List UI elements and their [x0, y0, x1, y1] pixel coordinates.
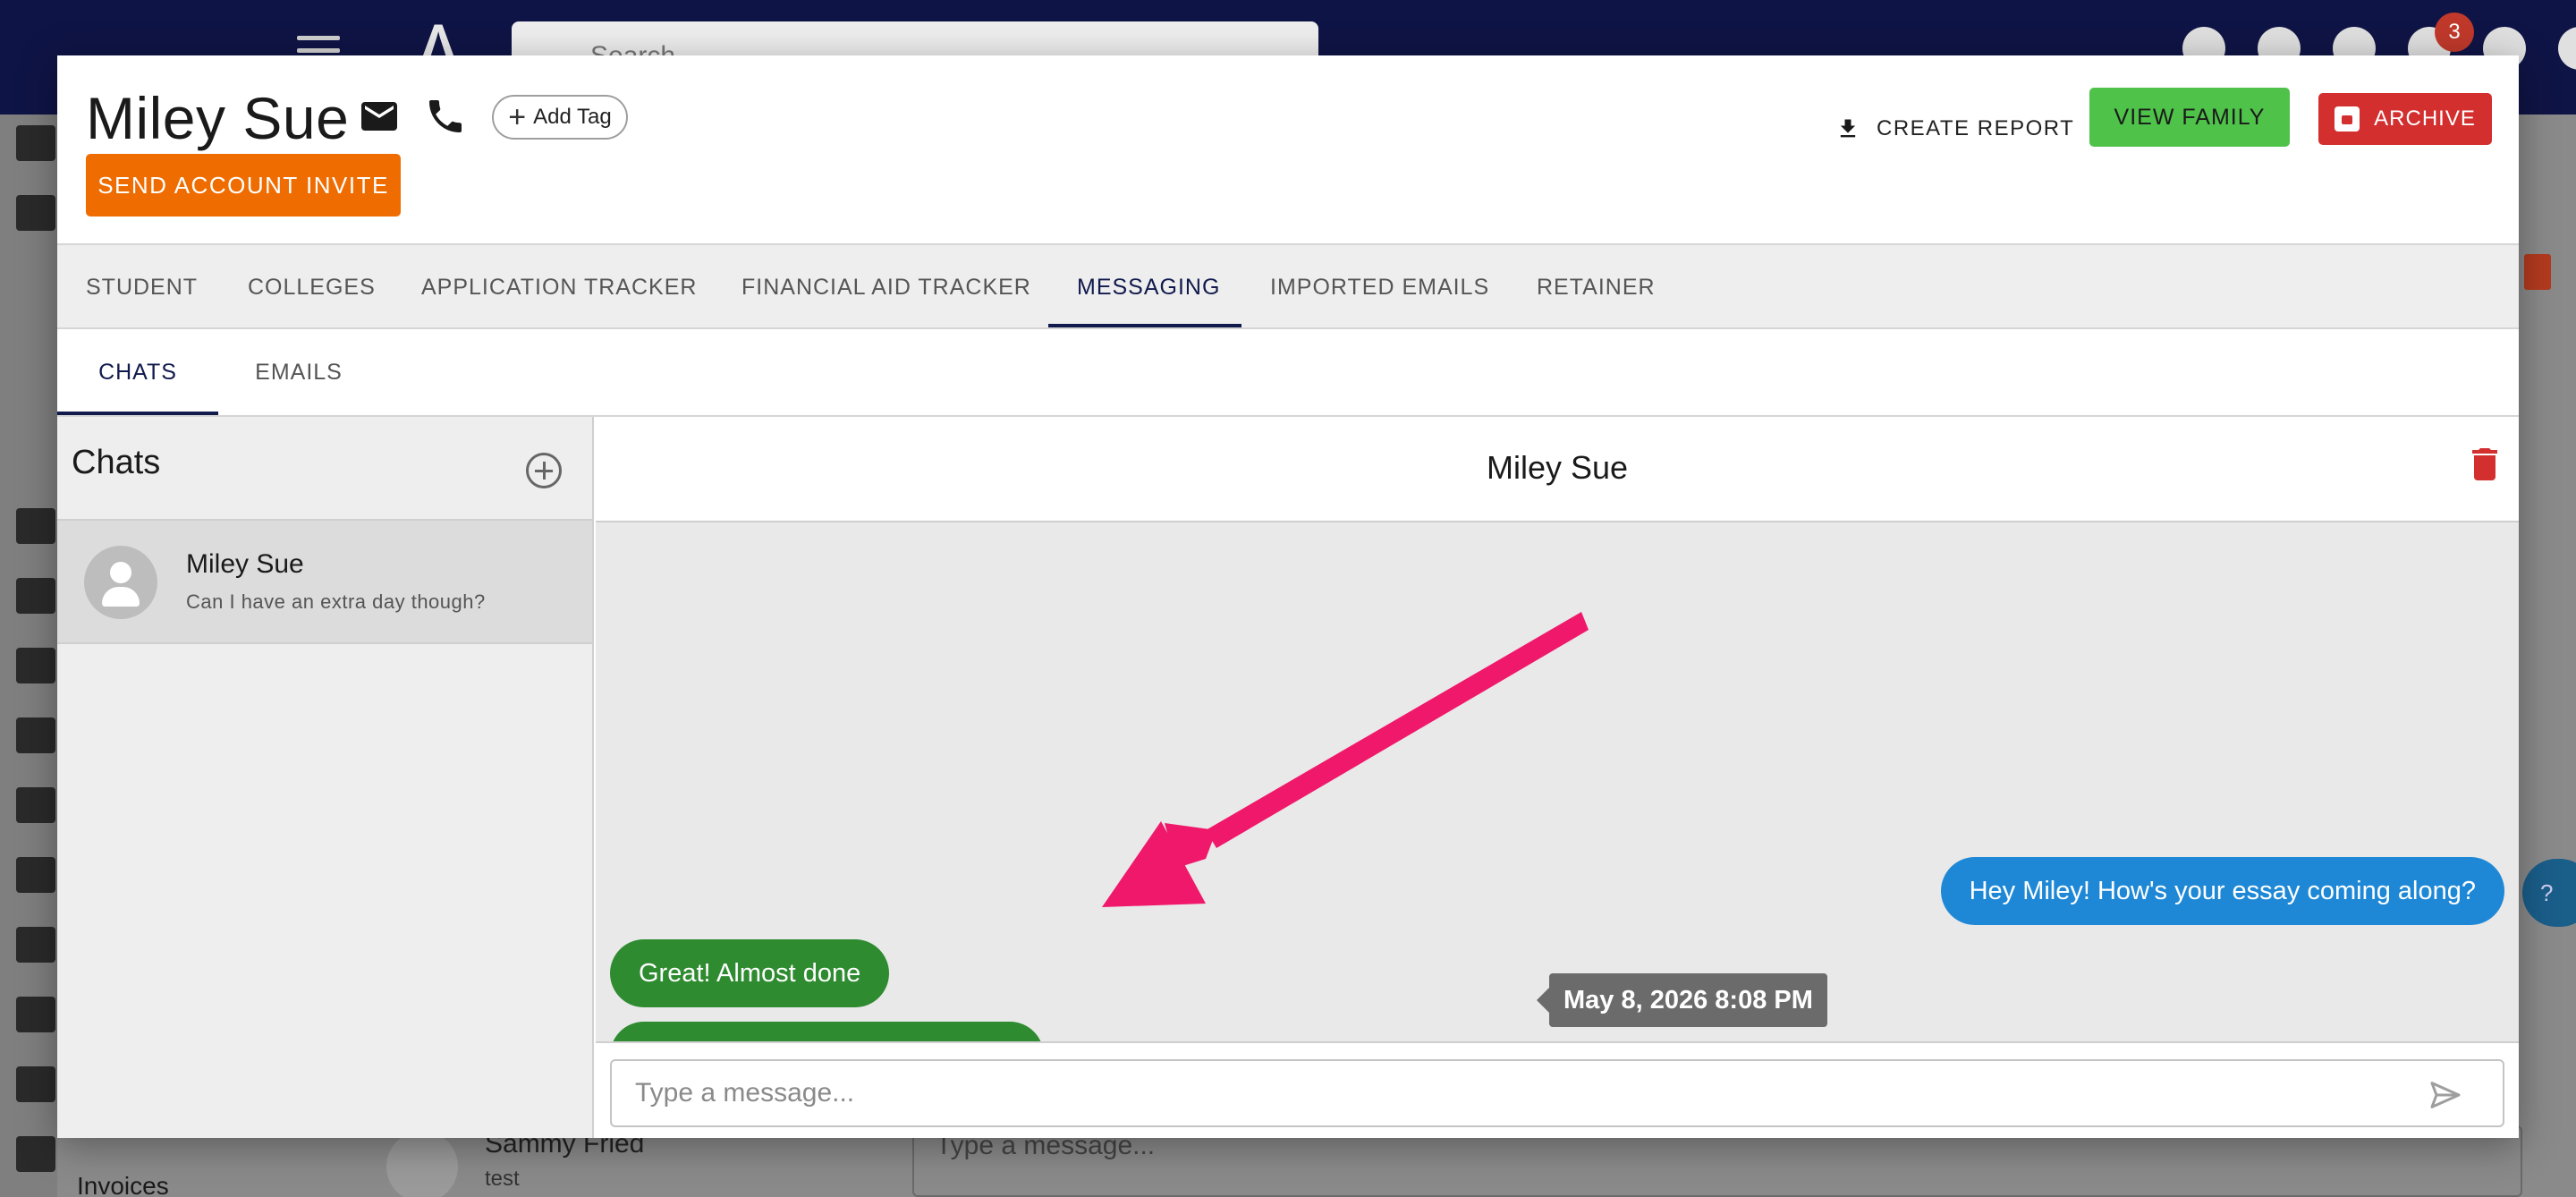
archive-button[interactable]: ARCHIVE — [2318, 93, 2492, 145]
chat-list-item[interactable]: Miley Sue Can I have an extra day though… — [57, 521, 592, 644]
people-icon — [16, 195, 55, 231]
add-chat-icon[interactable] — [526, 453, 562, 488]
plus-icon: + — [508, 100, 527, 134]
archive-label: ARCHIVE — [2374, 106, 2476, 131]
add-tag-label: Add Tag — [533, 105, 612, 129]
chat-item-name: Miley Sue — [186, 549, 304, 579]
message-input[interactable] — [610, 1059, 2504, 1127]
background-sidebar-invoices: Invoices — [77, 1172, 169, 1197]
background-sidebar — [0, 115, 57, 1197]
chat-list-header: Chats — [57, 417, 592, 521]
student-modal: Miley Sue + Add Tag SEND ACCOUNT INVITE … — [57, 55, 2519, 1138]
book-icon — [16, 997, 55, 1032]
background-message-bubble: ? — [2522, 859, 2576, 927]
tab-application-tracker[interactable]: APPLICATION TRACKER — [421, 245, 697, 329]
message-outgoing: Hey Miley! How's your essay coming along… — [1940, 857, 2504, 925]
tab-student[interactable]: STUDENT — [86, 245, 198, 329]
trash-icon[interactable] — [2472, 447, 2497, 481]
send-account-invite-button[interactable]: SEND ACCOUNT INVITE — [86, 154, 401, 216]
view-family-button[interactable]: VIEW FAMILY — [2089, 88, 2290, 147]
dashboard-icon — [16, 125, 55, 161]
main-tabs: STUDENT COLLEGES APPLICATION TRACKER FIN… — [57, 243, 2519, 329]
tab-retainer[interactable]: RETAINER — [1537, 245, 1656, 329]
account-icon — [2558, 27, 2576, 70]
conversation-title: Miley Sue — [1486, 449, 1629, 486]
subtab-active-indicator — [57, 412, 218, 415]
archive-icon — [2334, 106, 2360, 132]
student-name: Miley Sue — [86, 85, 350, 151]
tab-messaging[interactable]: MESSAGING — [1077, 245, 1220, 329]
conversation-header: Miley Sue — [596, 417, 2519, 522]
download-icon — [1840, 119, 1856, 138]
send-icon[interactable] — [2426, 1077, 2465, 1113]
messaging-subtabs: CHATS EMAILS — [57, 329, 2519, 417]
mail-icon — [16, 1136, 55, 1172]
message-incoming: Great! Almost done — [610, 939, 890, 1007]
background-list-preview: test — [485, 1167, 520, 1191]
message-timestamp-tooltip: May 8, 2026 8:08 PM — [1537, 973, 1827, 1027]
notification-badge: 3 — [2435, 13, 2474, 52]
signal-icon — [16, 648, 55, 683]
chat-list-title: Chats — [72, 444, 161, 481]
list-icon — [16, 787, 55, 823]
layers-icon — [16, 508, 55, 544]
tab-colleges[interactable]: COLLEGES — [248, 245, 376, 329]
document-icon — [16, 1066, 55, 1102]
columns-icon — [16, 578, 55, 614]
tab-imported-emails[interactable]: IMPORTED EMAILS — [1270, 245, 1489, 329]
modal-header: Miley Sue + Add Tag SEND ACCOUNT INVITE … — [57, 55, 2519, 243]
subtab-emails[interactable]: EMAILS — [218, 329, 379, 415]
add-tag-button[interactable]: + Add Tag — [492, 95, 628, 140]
merge-icon — [16, 927, 55, 963]
tab-financial-aid-tracker[interactable]: FINANCIAL AID TRACKER — [741, 245, 1031, 329]
chat-list-panel: Chats Miley Sue Can I have an extra day … — [57, 417, 594, 1138]
avatar — [84, 546, 157, 619]
subtab-chats[interactable]: CHATS — [57, 329, 218, 415]
create-report-label: CREATE REPORT — [1877, 116, 2075, 140]
message-composer — [596, 1041, 2519, 1138]
email-icon[interactable] — [358, 95, 401, 138]
phone-icon[interactable] — [424, 95, 467, 138]
annotation-arrow — [1102, 612, 1589, 907]
background-avatar — [386, 1131, 458, 1197]
checklist-icon — [16, 717, 55, 753]
background-trash-icon — [2524, 254, 2551, 290]
video-icon — [16, 857, 55, 893]
tab-active-indicator — [1048, 324, 1241, 327]
chat-item-preview: Can I have an extra day though? — [186, 590, 486, 613]
create-report-button[interactable]: CREATE REPORT — [1835, 102, 2074, 156]
